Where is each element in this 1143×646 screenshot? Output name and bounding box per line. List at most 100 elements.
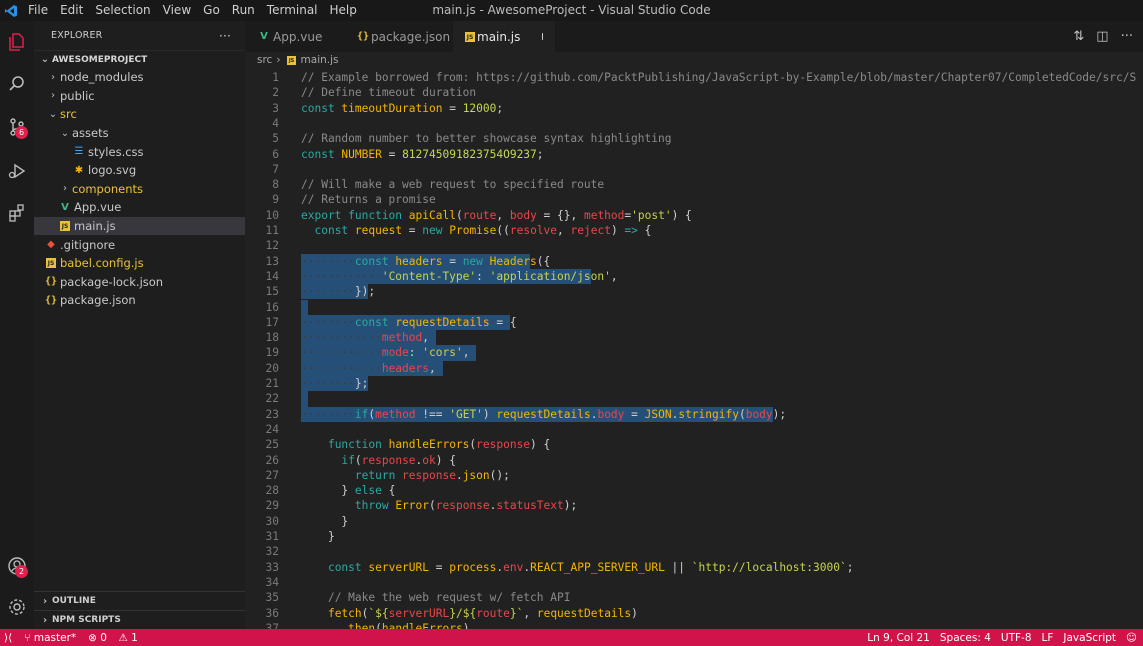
code-line[interactable]: 5 // Random number to better showcase syn… bbox=[245, 131, 1143, 146]
outline-section[interactable]: › OUTLINE bbox=[34, 591, 245, 610]
code-line[interactable]: 22 bbox=[245, 391, 1143, 407]
editor-tabs: V App.vue {} package.json JS main.js bbox=[245, 21, 1143, 52]
tree-item-styles-css[interactable]: ☰ styles.css bbox=[34, 142, 245, 161]
breadcrumb-file[interactable]: main.js bbox=[301, 54, 339, 66]
problems-status[interactable]: ⊗ 0 ⚠ 1 bbox=[88, 632, 138, 644]
code-line[interactable]: 13 ········const headers = new Headers({ bbox=[245, 253, 1143, 269]
code-line[interactable]: 2 // Define timeout duration bbox=[245, 85, 1143, 100]
run-debug-icon[interactable] bbox=[0, 156, 34, 186]
encoding[interactable]: UTF-8 bbox=[1001, 632, 1032, 644]
code-line[interactable]: 26 if(response.ok) { bbox=[245, 453, 1143, 468]
project-folder[interactable]: ⌄ AWESOMEPROJECT bbox=[34, 50, 245, 68]
code-line[interactable]: 28 } else { bbox=[245, 483, 1143, 498]
cursor-position[interactable]: Ln 9, Col 21 bbox=[867, 632, 930, 644]
line-number: 22 bbox=[265, 392, 279, 406]
menu-run[interactable]: Run bbox=[226, 0, 261, 21]
code-text: fetch(`${serverURL}/${route}`, requestDe… bbox=[327, 606, 638, 620]
code-line[interactable]: 31 } bbox=[245, 529, 1143, 544]
json-file-icon: {} bbox=[44, 276, 58, 288]
code-line[interactable]: 10 export function apiCall(route, body = … bbox=[245, 208, 1143, 223]
code-line[interactable]: 1 // Example borrowed from: https://githu… bbox=[245, 70, 1143, 85]
tree-item-components[interactable]: › components bbox=[34, 180, 245, 199]
code-line[interactable]: 25 function handleErrors(response) { bbox=[245, 437, 1143, 452]
code-line[interactable]: 12 bbox=[245, 238, 1143, 253]
source-control-icon[interactable]: 6 bbox=[0, 112, 34, 142]
tree-item-package-json[interactable]: {} package.json bbox=[34, 291, 245, 310]
remote-icon[interactable]: ⟩⟨ bbox=[4, 632, 12, 644]
code-text: ············mode: 'cors', bbox=[301, 346, 470, 360]
code-line[interactable]: 34 bbox=[245, 575, 1143, 590]
code-line[interactable]: 23 ········if(method !== 'GET') requestDe… bbox=[245, 406, 1143, 422]
code-line[interactable]: 15 ········}); bbox=[245, 284, 1143, 300]
line-ending[interactable]: LF bbox=[1042, 632, 1054, 644]
code-line[interactable]: 33 const serverURL = process.env.REACT_A… bbox=[245, 560, 1143, 575]
code-line[interactable]: 21 ········}; bbox=[245, 376, 1143, 392]
code-line[interactable]: 8 // Will make a web request to specified… bbox=[245, 177, 1143, 192]
code-line[interactable]: 14 ············'Content-Type': 'applicati… bbox=[245, 268, 1143, 285]
tab-package-json[interactable]: {} package.json bbox=[345, 21, 453, 52]
code-line[interactable]: 37 .then(handleErrors) bbox=[245, 621, 1143, 629]
menu-terminal[interactable]: Terminal bbox=[261, 0, 324, 21]
gear-icon[interactable] bbox=[0, 592, 34, 622]
tab-main-js[interactable]: JS main.js bbox=[453, 21, 555, 52]
code-line[interactable]: 6 const NUMBER = 812745091823754O9237; bbox=[245, 147, 1143, 162]
more-actions-icon[interactable]: ··· bbox=[1121, 29, 1133, 44]
tree-item-label: public bbox=[60, 88, 95, 103]
tree-item-logo-svg[interactable]: ✱ logo.svg bbox=[34, 161, 245, 180]
tab-app-vue[interactable]: V App.vue bbox=[245, 21, 345, 52]
menu-selection[interactable]: Selection bbox=[89, 0, 156, 21]
indentation[interactable]: Spaces: 4 bbox=[940, 632, 991, 644]
tree-item-node-modules[interactable]: › node_modules bbox=[34, 68, 245, 87]
code-line[interactable]: 11 const request = new Promise((resolve,… bbox=[245, 223, 1143, 238]
split-editor-icon[interactable]: ◫ bbox=[1096, 29, 1108, 44]
code-line[interactable]: 7 bbox=[245, 162, 1143, 177]
code-line[interactable]: 24 bbox=[245, 422, 1143, 437]
code-line[interactable]: 20 ············headers, bbox=[245, 360, 1143, 376]
language-mode[interactable]: JavaScript bbox=[1063, 632, 1116, 644]
tree-item-babel-config[interactable]: JS babel.config.js bbox=[34, 254, 245, 273]
unsaved-dot-icon[interactable] bbox=[542, 33, 543, 40]
code-line[interactable]: 36 fetch(`${serverURL}/${route}`, reques… bbox=[245, 606, 1143, 621]
menu-go[interactable]: Go bbox=[197, 0, 226, 21]
code-line[interactable]: 4 bbox=[245, 116, 1143, 131]
breadcrumb-folder[interactable]: src bbox=[257, 54, 272, 66]
code-line[interactable]: 9 // Returns a promise bbox=[245, 192, 1143, 207]
search-icon[interactable] bbox=[0, 69, 34, 99]
code-line[interactable]: 27 return response.json(); bbox=[245, 468, 1143, 483]
code-text: throw Error(response.statusText); bbox=[354, 499, 578, 513]
code-line[interactable]: 3 const timeoutDuration = 12000; bbox=[245, 101, 1143, 116]
code-line[interactable]: 30 } bbox=[245, 514, 1143, 529]
tree-item-src[interactable]: ⌄ src bbox=[34, 105, 245, 124]
tree-item-assets[interactable]: ⌄ assets bbox=[34, 124, 245, 143]
code-line[interactable]: 17 ········const requestDetails = { bbox=[245, 314, 1143, 331]
code-text: } bbox=[327, 530, 335, 543]
menu-help[interactable]: Help bbox=[324, 0, 363, 21]
line-number: 12 bbox=[265, 239, 279, 253]
code-line[interactable]: 16 bbox=[245, 299, 1143, 315]
line-number: 9 bbox=[272, 193, 279, 207]
feedback-icon[interactable]: ☺ bbox=[1126, 632, 1137, 644]
code-line[interactable]: 35 // Make the web request w/ fetch API bbox=[245, 590, 1143, 605]
tree-item-label: logo.svg bbox=[88, 163, 137, 178]
tree-item-gitignore[interactable]: ◆ .gitignore bbox=[34, 235, 245, 254]
branch-status[interactable]: ⑂ master* bbox=[24, 632, 76, 644]
accounts-icon[interactable]: 2 bbox=[0, 551, 34, 581]
code-editor[interactable]: 1 // Example borrowed from: https://githu… bbox=[245, 68, 1143, 629]
tree-item-main-js[interactable]: JS main.js bbox=[34, 216, 245, 236]
menu-file[interactable]: File bbox=[22, 0, 54, 21]
menu-view[interactable]: View bbox=[157, 0, 197, 21]
extensions-icon[interactable] bbox=[0, 198, 34, 228]
menu-edit[interactable]: Edit bbox=[54, 0, 89, 21]
more-actions-icon[interactable]: ··· bbox=[219, 29, 231, 43]
line-number: 13 bbox=[265, 254, 279, 268]
code-line[interactable]: 29 throw Error(response.statusText); bbox=[245, 498, 1143, 513]
npm-scripts-section[interactable]: › NPM SCRIPTS bbox=[34, 610, 245, 629]
open-changes-icon[interactable]: ⇅ bbox=[1073, 29, 1084, 44]
tree-item-public[interactable]: › public bbox=[34, 87, 245, 106]
code-line[interactable]: 18 ············method, bbox=[245, 330, 1143, 346]
explorer-icon[interactable] bbox=[0, 27, 34, 57]
code-line[interactable]: 32 bbox=[245, 544, 1143, 559]
tree-item-package-lock[interactable]: {} package-lock.json bbox=[34, 273, 245, 292]
tree-item-app-vue[interactable]: V App.vue bbox=[34, 198, 245, 217]
code-line[interactable]: 19 ············mode: 'cors', bbox=[245, 345, 1143, 361]
